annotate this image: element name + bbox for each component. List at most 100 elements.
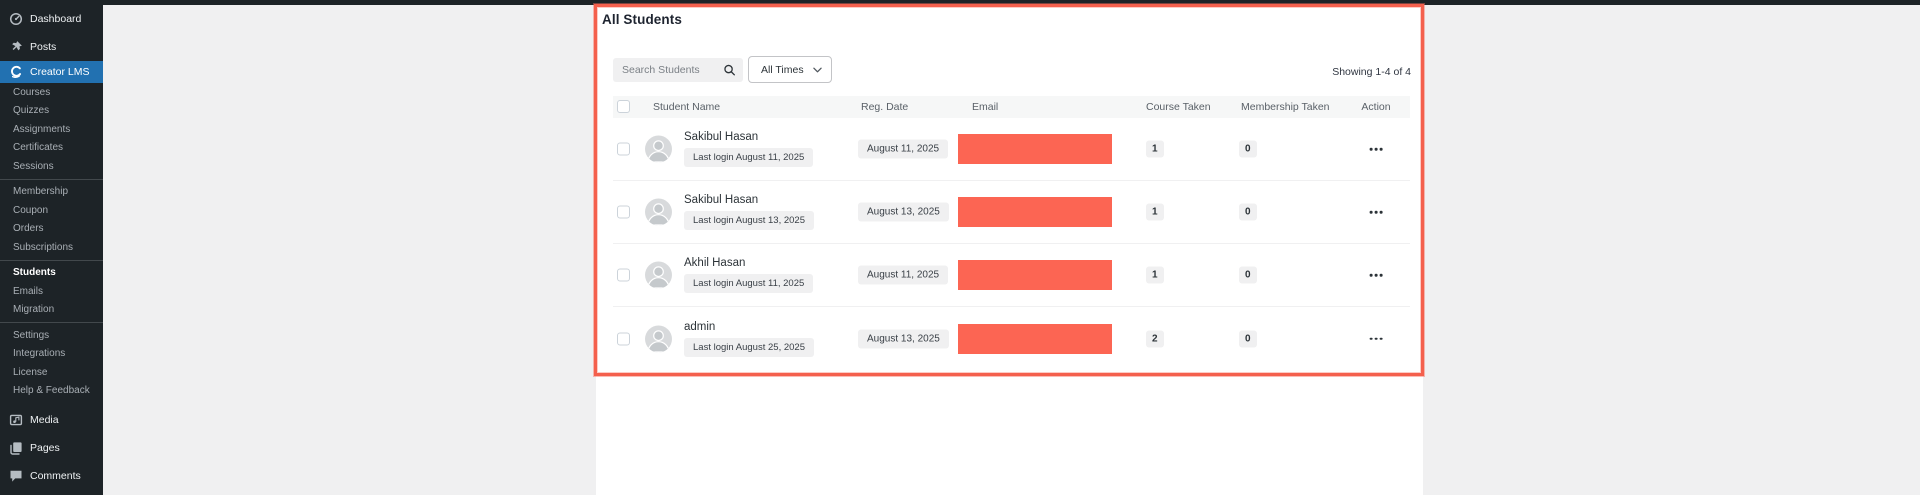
sidebar-item-label: Sessions [13,160,54,172]
sidebar-item-label: License [13,366,48,378]
email-redacted-block [958,323,1112,354]
sidebar-item-label: Coupon [13,204,49,216]
sidebar-item-label: Settings [13,329,50,341]
row-checkbox[interactable] [617,332,630,345]
sidebar-item-subscriptions[interactable]: Subscriptions [0,238,103,257]
comments-icon [9,469,23,483]
row-actions-button[interactable] [1366,333,1387,344]
table-row: Sakibul Hasan Last login August 11, 2025… [613,118,1410,181]
student-name-link[interactable]: Sakibul Hasan [684,131,758,143]
column-header-course-taken: Course Taken [1146,101,1211,113]
wordpress-admin-page: Dashboard Posts Creator LMS Courses Quizzes A… [0,0,1920,495]
sidebar-item-comments[interactable]: Comments [0,462,103,490]
chevron-down-icon [813,67,822,73]
search-icon[interactable] [723,64,736,77]
student-name-link[interactable]: Sakibul Hasan [684,194,758,206]
students-table: Student Name Reg. Date Email Course Take… [613,96,1410,370]
sidebar-item-label: Integrations [13,348,66,360]
sidebar-item-settings[interactable]: Settings [0,326,103,345]
table-row: Sakibul Hasan Last login August 13, 2025… [613,181,1410,244]
sidebar-item-emails[interactable]: Emails [0,282,103,301]
avatar [645,135,672,163]
sidebar-item-certificates[interactable]: Certificates [0,139,103,158]
membership-taken-count: 0 [1239,140,1257,158]
sidebar-item-creator-lms[interactable]: Creator LMS [0,61,103,83]
course-taken-count: 1 [1146,266,1164,284]
sidebar-item-label: Subscriptions [13,241,74,253]
student-name-cell: Sakibul Hasan Last login August 11, 2025 [684,131,814,167]
email-redacted-block [958,260,1112,290]
sidebar-item-sessions[interactable]: Sessions [0,157,103,176]
last-login-badge: Last login August 11, 2025 [684,148,814,167]
sidebar-item-label: Courses [13,86,51,98]
reg-date-badge: August 13, 2025 [858,202,949,222]
sidebar-item-students[interactable]: Students [0,264,103,283]
media-icon [9,413,23,427]
course-taken-count: 1 [1146,140,1164,158]
sidebar-item-integrations[interactable]: Integrations [0,345,103,364]
column-header-action: Action [1361,101,1391,113]
sidebar-item-courses[interactable]: Courses [0,83,103,102]
sidebar-item-label: Certificates [13,142,64,154]
sidebar-separator [0,259,103,261]
sidebar-item-label: Migration [13,304,55,316]
row-actions-button[interactable] [1366,144,1387,155]
sidebar-item-orders[interactable]: Orders [0,220,103,239]
creator-lms-icon [9,65,23,79]
sidebar-item-label: Dashboard [30,13,82,25]
sidebar-item-migration[interactable]: Migration [0,301,103,320]
avatar [645,198,672,226]
email-redacted-block [958,134,1112,164]
admin-bar [0,0,1920,5]
admin-sidebar: Dashboard Posts Creator LMS Courses Quizzes A… [0,0,103,495]
sidebar-item-posts[interactable]: Posts [0,33,103,61]
sidebar-item-label: Comments [30,470,81,482]
sidebar-item-dashboard[interactable]: Dashboard [0,5,103,33]
table-header-row: Student Name Reg. Date Email Course Take… [613,96,1410,118]
sidebar-item-membership[interactable]: Membership [0,183,103,202]
row-checkbox[interactable] [617,205,630,219]
avatar [645,261,672,289]
student-name-cell: Sakibul Hasan Last login August 13, 2025 [684,194,814,230]
row-actions-button[interactable] [1366,207,1387,218]
student-name-cell: admin Last login August 25, 2025 [684,321,814,357]
sidebar-item-label: Orders [13,223,44,235]
results-count: Showing 1-4 of 4 [1332,66,1411,78]
sidebar-separator [0,322,103,323]
sidebar-item-help-feedback[interactable]: Help & Feedback [0,382,103,401]
sidebar-item-quizzes[interactable]: Quizzes [0,102,103,121]
sidebar-item-coupon[interactable]: Coupon [0,201,103,220]
sidebar-item-media[interactable]: Media [0,406,103,434]
sidebar-item-license[interactable]: License [0,363,103,382]
sidebar-item-assignments[interactable]: Assignments [0,120,103,139]
table-row: Akhil Hasan Last login August 11, 2025 A… [613,244,1410,307]
reg-date-badge: August 11, 2025 [858,139,949,159]
pin-icon [9,40,23,54]
time-filter-value: All Times [761,63,804,76]
sidebar-item-label: Creator LMS [30,66,90,78]
sidebar-item-label: Assignments [13,123,71,135]
student-name-link[interactable]: admin [684,321,715,333]
course-taken-count: 1 [1146,203,1164,221]
membership-taken-count: 0 [1239,330,1257,347]
row-checkbox[interactable] [617,268,630,282]
sidebar-item-label: Pages [30,442,60,454]
last-login-badge: Last login August 11, 2025 [684,274,814,293]
table-row: admin Last login August 25, 2025 August … [613,307,1410,370]
time-filter-select[interactable]: All Times [748,56,832,83]
membership-taken-count: 0 [1239,266,1257,284]
sidebar-separator [0,178,103,180]
all-students-panel: All Students All Times Showing 1-4 of 4 … [596,5,1423,495]
row-actions-button[interactable] [1366,270,1387,281]
select-all-checkbox[interactable] [617,100,630,113]
column-header-email: Email [972,101,999,113]
sidebar-item-label: Help & Feedback [13,385,90,397]
sidebar-item-pages[interactable]: Pages [0,434,103,462]
student-name-link[interactable]: Akhil Hasan [684,257,745,269]
sidebar-item-label: Membership [13,186,69,198]
sidebar-item-label: Media [30,414,59,426]
row-checkbox[interactable] [617,142,630,156]
course-taken-count: 2 [1146,330,1164,347]
sidebar-item-label: Students [13,267,56,279]
column-header-membership-taken: Membership Taken [1241,101,1330,113]
